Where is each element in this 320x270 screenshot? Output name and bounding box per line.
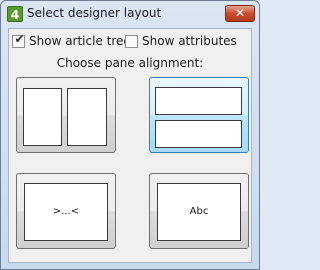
pane-alignment-caption: Choose pane alignment: bbox=[56, 56, 204, 70]
show-attributes-option[interactable]: Show attributes bbox=[125, 33, 237, 49]
code-pane-icon: >...< bbox=[24, 183, 108, 241]
left-pane-icon bbox=[23, 88, 62, 146]
show-article-tree-option[interactable]: ✔ Show article tree bbox=[12, 31, 131, 49]
right-pane-icon bbox=[67, 88, 107, 146]
layout-code-button[interactable]: >...< bbox=[16, 173, 116, 249]
show-attributes-label[interactable]: Show attributes bbox=[142, 34, 237, 48]
show-article-tree-checkbox[interactable]: ✔ bbox=[12, 31, 25, 48]
layout-stacked-button[interactable] bbox=[149, 77, 249, 153]
window-title: Select designer layout bbox=[27, 6, 162, 20]
dialog-window: 4 Select designer layout ✕ ✔ Show articl… bbox=[0, 0, 260, 270]
top-pane-icon bbox=[155, 87, 242, 115]
app-icon: 4 bbox=[7, 6, 23, 22]
close-icon: ✕ bbox=[234, 6, 246, 20]
text-pane-icon: Abc bbox=[157, 183, 241, 241]
layout-text-button[interactable]: Abc bbox=[149, 173, 249, 249]
dialog-content: ✔ Show article tree Show attributes Choo… bbox=[8, 28, 252, 263]
checkmark-icon: ✔ bbox=[14, 31, 25, 46]
show-article-tree-label[interactable]: Show article tree bbox=[29, 34, 131, 48]
title-bar[interactable]: 4 Select designer layout ✕ bbox=[1, 1, 259, 27]
show-attributes-checkbox[interactable] bbox=[125, 34, 138, 48]
layout-side-by-side-button[interactable] bbox=[16, 77, 116, 153]
close-button[interactable]: ✕ bbox=[225, 5, 255, 22]
bottom-pane-icon bbox=[155, 120, 242, 148]
